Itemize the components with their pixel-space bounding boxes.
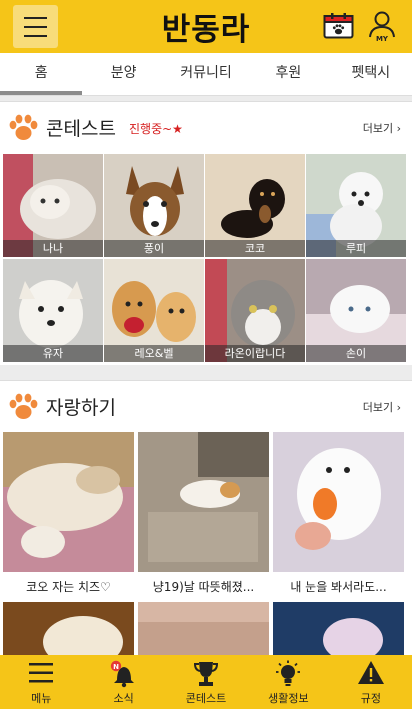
tab-sponsor[interactable]: 후원: [247, 53, 329, 95]
brag-post-partial[interactable]: [138, 602, 269, 656]
paw-icon: [9, 393, 38, 419]
nav-life-info[interactable]: 생활정보: [247, 655, 329, 709]
nav-label: 소식: [113, 692, 134, 705]
white-pomeranian-photo: [273, 432, 404, 572]
tab-community[interactable]: 커뮤니티: [165, 53, 247, 95]
lightbulb-icon: [276, 660, 301, 686]
brag-header: 자랑하기 더보기 ›: [0, 381, 412, 431]
app-root: 반동라 MY 홈 분양 커뮤니티 후원 펫택시 콘테스트 진행중~★ 더보기 ›…: [0, 0, 412, 709]
contest-entry[interactable]: 코코: [205, 154, 305, 257]
bottom-nav: 메뉴 N 소식 콘테스트 생활정보 규정: [0, 655, 412, 709]
contest-header: 콘테스트 진행중~★ 더보기 ›: [0, 102, 412, 152]
dog-photo-partial: [3, 602, 134, 656]
paw-calendar-icon[interactable]: [323, 12, 354, 39]
brag-post-title: 내 눈을 봐서라도...: [290, 580, 387, 594]
brag-post-partial[interactable]: [3, 602, 134, 656]
cat-on-floor-photo: [138, 432, 269, 572]
contest-entry[interactable]: 유자: [3, 259, 103, 362]
profile-badge: MY: [376, 35, 389, 42]
contest-status: 진행중~★: [129, 122, 183, 136]
entry-name: 손이: [306, 345, 406, 362]
nav-menu[interactable]: 메뉴: [0, 655, 82, 709]
contest-more-link[interactable]: 더보기 ›: [363, 120, 401, 136]
entry-name: 유자: [3, 345, 103, 362]
brag-post-title: 냥19)날 따뜻해졌...: [152, 580, 255, 594]
paw-icon: [9, 114, 38, 140]
sleeping-dog-photo: [3, 432, 134, 572]
tab-home[interactable]: 홈: [0, 53, 83, 95]
nav-contest[interactable]: 콘테스트: [165, 655, 247, 709]
photo-partial: [273, 602, 404, 656]
menu-icon: [29, 663, 54, 683]
contest-grid: 나나 풍이 코코 루피 유자 레오&벨 라온이랍니다 손이: [3, 154, 407, 362]
trophy-icon: [194, 662, 219, 686]
contest-title: 콘테스트: [46, 118, 116, 140]
my-profile-icon[interactable]: MY: [367, 10, 397, 43]
bell-icon: N: [110, 660, 134, 688]
brag-more-link[interactable]: 더보기 ›: [363, 399, 401, 415]
nav-label: 메뉴: [31, 692, 52, 705]
contest-section: 콘테스트 진행중~★ 더보기 › 나나 풍이 코코 루피 유자 레오&벨 라온이…: [0, 101, 412, 365]
entry-name: 나나: [3, 240, 103, 257]
contest-entry[interactable]: 손이: [306, 259, 406, 362]
contest-entry[interactable]: 나나: [3, 154, 103, 257]
entry-name: 풍이: [104, 240, 204, 257]
tab-pet-taxi[interactable]: 펫택시: [330, 53, 412, 95]
entry-name: 라온이랍니다: [205, 345, 305, 362]
contest-entry[interactable]: 라온이랍니다: [205, 259, 305, 362]
contest-entry[interactable]: 레오&벨: [104, 259, 204, 362]
new-badge: N: [113, 663, 119, 671]
contest-entry[interactable]: 풍이: [104, 154, 204, 257]
nav-label: 콘테스트: [185, 692, 227, 705]
top-header: 반동라 MY: [0, 0, 412, 53]
nav-news[interactable]: N 소식: [82, 655, 164, 709]
nav-rules[interactable]: 규정: [330, 655, 412, 709]
entry-name: 코코: [205, 240, 305, 257]
nav-label: 생활정보: [268, 692, 309, 705]
app-logo[interactable]: 반동라: [130, 4, 282, 49]
brag-post[interactable]: 내 눈을 봐서라도...: [273, 432, 404, 600]
brag-title: 자랑하기: [46, 397, 116, 419]
brag-section: 자랑하기 더보기 › 코오 자는 치즈♡ 냥19)날 따뜻해졌... 내 눈을 …: [0, 380, 412, 656]
warning-icon: [357, 661, 384, 684]
entry-name: 레오&벨: [104, 345, 204, 362]
tab-adoption[interactable]: 분양: [82, 53, 164, 95]
contest-entry[interactable]: 루피: [306, 154, 406, 257]
brag-post[interactable]: 냥19)날 따뜻해졌...: [138, 432, 269, 600]
brag-post-title: 코오 자는 치즈♡: [26, 580, 111, 594]
photo-partial: [138, 602, 269, 656]
nav-label: 규정: [360, 692, 381, 705]
entry-name: 루피: [306, 240, 406, 257]
main-tabs: 홈 분양 커뮤니티 후원 펫택시: [0, 53, 412, 96]
brag-post[interactable]: 코오 자는 치즈♡: [3, 432, 134, 600]
brag-post-partial[interactable]: [273, 602, 404, 656]
hamburger-menu-icon[interactable]: [13, 5, 58, 48]
